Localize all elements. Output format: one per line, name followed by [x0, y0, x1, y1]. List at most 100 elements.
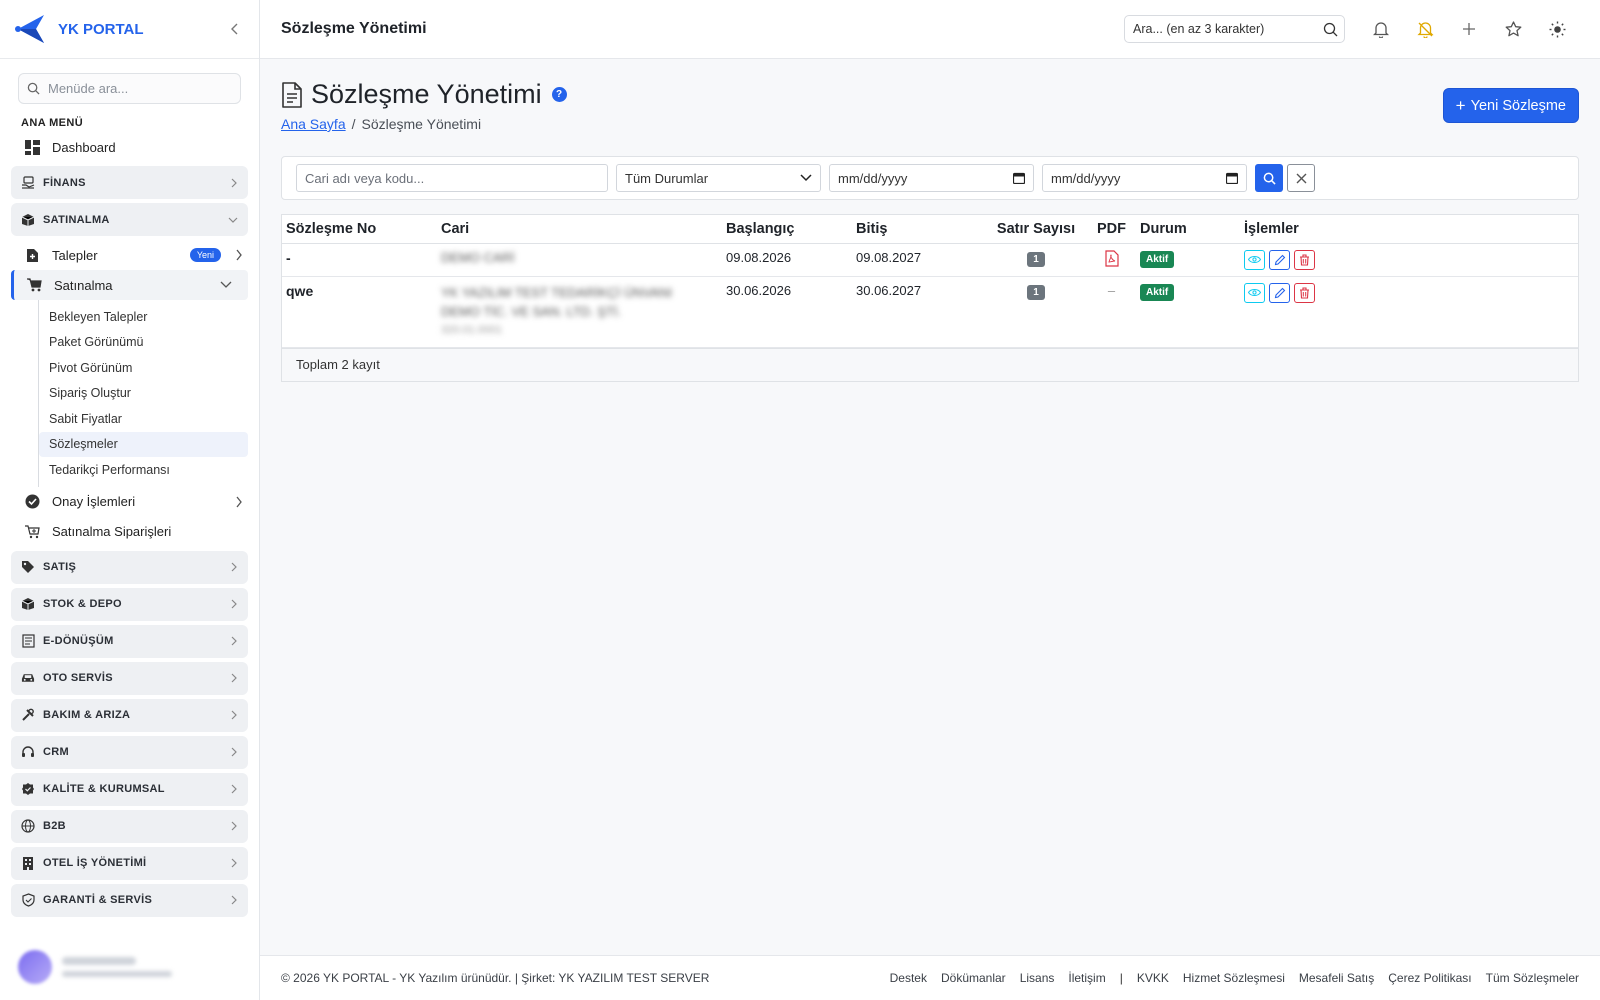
chevron-down-icon — [228, 217, 238, 223]
status-badge: Aktif — [1140, 250, 1175, 268]
column-header[interactable]: İşlemler — [1240, 215, 1578, 244]
sidebar-group-9[interactable]: GARANTİ & SERVİS — [11, 883, 248, 917]
sidebar-group-7[interactable]: B2B — [11, 809, 248, 843]
main-content: Sözleşme Yönetimi ? Ana Sayfa / Sözleşme Y… — [281, 59, 1579, 382]
footer-link-kvkk[interactable]: KVKK — [1137, 971, 1169, 985]
pdf-file-icon[interactable] — [1104, 249, 1119, 267]
breadcrumb-home-link[interactable]: Ana Sayfa — [281, 116, 346, 132]
new-contract-button[interactable]: + Yeni Sözleşme — [1442, 88, 1579, 123]
add-button[interactable] — [1447, 9, 1491, 49]
global-search-box[interactable] — [1124, 15, 1345, 43]
sidebar-item-talepler[interactable]: Talepler Yeni — [0, 240, 259, 270]
footer-link-destek[interactable]: Destek — [890, 971, 927, 985]
page-title: Sözleşme Yönetimi — [311, 79, 542, 109]
new-contract-label: Yeni Sözleşme — [1470, 97, 1566, 114]
calendar-icon[interactable] — [1013, 172, 1025, 184]
search-button[interactable] — [1255, 164, 1283, 192]
column-header[interactable]: Sözleşme No — [282, 215, 437, 244]
submenu-item-active[interactable]: Sözleşmeler — [39, 431, 248, 457]
delete-button[interactable] — [1294, 282, 1315, 303]
delete-button[interactable] — [1294, 249, 1315, 270]
mute-notifications-button[interactable] — [1403, 9, 1447, 49]
favorites-button[interactable] — [1491, 9, 1535, 49]
user-name-redacted — [62, 957, 136, 965]
topbar: Sözleşme Yönetimi — [260, 0, 1600, 59]
sidebar-collapse-button[interactable] — [225, 19, 245, 39]
status-select[interactable]: Tüm Durumlar — [616, 164, 821, 192]
topbar-title: Sözleşme Yönetimi — [281, 20, 427, 37]
edit-button[interactable] — [1269, 282, 1290, 303]
start-date-field[interactable]: mm/dd/yyyy — [829, 164, 1034, 192]
footer-link-lisans[interactable]: Lisans — [1020, 971, 1055, 985]
submenu-item[interactable]: Sabit Fiyatlar — [39, 406, 248, 432]
menu-search-box[interactable] — [18, 73, 241, 104]
cart-plus-icon — [24, 524, 40, 540]
footer-link-tum[interactable]: Tüm Sözleşmeler — [1486, 971, 1579, 985]
clear-filters-button[interactable] — [1287, 164, 1315, 192]
contract-no[interactable]: qwe — [282, 276, 437, 348]
submenu-item[interactable]: Pivot Görünüm — [39, 355, 248, 381]
cari-name-redacted: DEMO CARİ — [441, 249, 515, 265]
menu-search-input[interactable] — [48, 81, 218, 96]
table-header-row: Sözleşme No Cari Başlangıç Bitiş Satır S… — [282, 215, 1578, 244]
cari-filter-field[interactable] — [296, 164, 608, 192]
group-label: E-DÖNÜŞÜM — [43, 635, 114, 647]
document-icon — [21, 634, 35, 648]
chevron-right-icon — [231, 747, 237, 757]
table-row[interactable]: qwe YK YAZILIM TEST TEDARİKÇİ ÜNVANI DEM… — [282, 276, 1578, 348]
sidebar-group-0[interactable]: SATIŞ — [11, 550, 248, 584]
theme-toggle-button[interactable] — [1535, 9, 1579, 49]
sidebar-group-satinalma[interactable]: SATINALMA — [11, 203, 248, 236]
global-search-input[interactable] — [1133, 22, 1323, 36]
sidebar-item-satinalma[interactable]: Satınalma — [11, 270, 248, 300]
hand-money-icon — [21, 175, 35, 190]
column-header[interactable]: Durum — [1136, 215, 1240, 244]
view-button[interactable] — [1244, 282, 1265, 303]
file-plus-icon — [24, 247, 40, 263]
column-header[interactable]: Satır Sayısı — [985, 215, 1087, 244]
help-icon[interactable]: ? — [551, 87, 567, 102]
eye-icon — [1248, 289, 1261, 296]
submenu-item[interactable]: Bekleyen Talepler — [39, 304, 248, 330]
pencil-icon — [1274, 287, 1285, 298]
end-date-field[interactable]: mm/dd/yyyy — [1042, 164, 1247, 192]
footer-link-hizmet[interactable]: Hizmet Sözleşmesi — [1183, 971, 1285, 985]
notifications-button[interactable] — [1359, 9, 1403, 49]
footer-link-mesafeli[interactable]: Mesafeli Satış — [1299, 971, 1374, 985]
edit-button[interactable] — [1269, 249, 1290, 270]
sidebar-item-siparisler[interactable]: Satınalma Siparişleri — [0, 517, 259, 547]
sidebar-item-dashboard[interactable]: Dashboard — [0, 132, 259, 162]
brand-name[interactable]: YK PORTAL — [58, 21, 225, 38]
column-header[interactable]: PDF — [1087, 215, 1136, 244]
submenu-item[interactable]: Sipariş Oluştur — [39, 381, 248, 407]
sidebar-group-2[interactable]: E-DÖNÜŞÜM — [11, 624, 248, 658]
footer-link-iletisim[interactable]: İletişim — [1068, 971, 1105, 985]
user-card[interactable] — [10, 944, 249, 990]
column-header[interactable]: Cari — [437, 215, 722, 244]
sidebar-item-onay[interactable]: Onay İşlemleri — [0, 487, 259, 517]
sidebar-group-1[interactable]: STOK & DEPO — [11, 587, 248, 621]
end-date: 30.06.2027 — [852, 276, 985, 348]
contracts-table-card: Sözleşme No Cari Başlangıç Bitiş Satır S… — [281, 214, 1579, 382]
start-date-value: mm/dd/yyyy — [838, 170, 908, 186]
sidebar-group-finans[interactable]: FİNANS — [11, 166, 248, 199]
search-icon[interactable] — [1323, 22, 1338, 37]
sidebar: YK PORTAL ANA MENÜ Dashboard FİNANS SATI… — [0, 0, 260, 1000]
footer-link-dokumanlar[interactable]: Dökümanlar — [941, 971, 1006, 985]
column-header[interactable]: Başlangıç — [722, 215, 852, 244]
view-button[interactable] — [1244, 249, 1265, 270]
contract-no[interactable]: - — [282, 243, 437, 277]
calendar-icon[interactable] — [1226, 172, 1238, 184]
sidebar-group-3[interactable]: OTO SERVİS — [11, 661, 248, 695]
column-header[interactable]: Bitiş — [852, 215, 985, 244]
sidebar-group-4[interactable]: BAKIM & ARIZA — [11, 698, 248, 732]
footer-link-cerez[interactable]: Çerez Politikası — [1388, 971, 1471, 985]
cari-filter-input[interactable] — [305, 170, 599, 186]
group-label: OTO SERVİS — [43, 672, 113, 684]
sidebar-group-6[interactable]: KALİTE & KURUMSAL — [11, 772, 248, 806]
submenu-item[interactable]: Paket Görünümü — [39, 330, 248, 356]
submenu-item[interactable]: Tedarikçi Performansı — [39, 457, 248, 483]
sidebar-group-5[interactable]: CRM — [11, 735, 248, 769]
sidebar-group-8[interactable]: OTEL İŞ YÖNETİMİ — [11, 846, 248, 880]
table-row[interactable]: - DEMO CARİ 09.08.2026 09.08.2027 1 Akti… — [282, 243, 1578, 277]
